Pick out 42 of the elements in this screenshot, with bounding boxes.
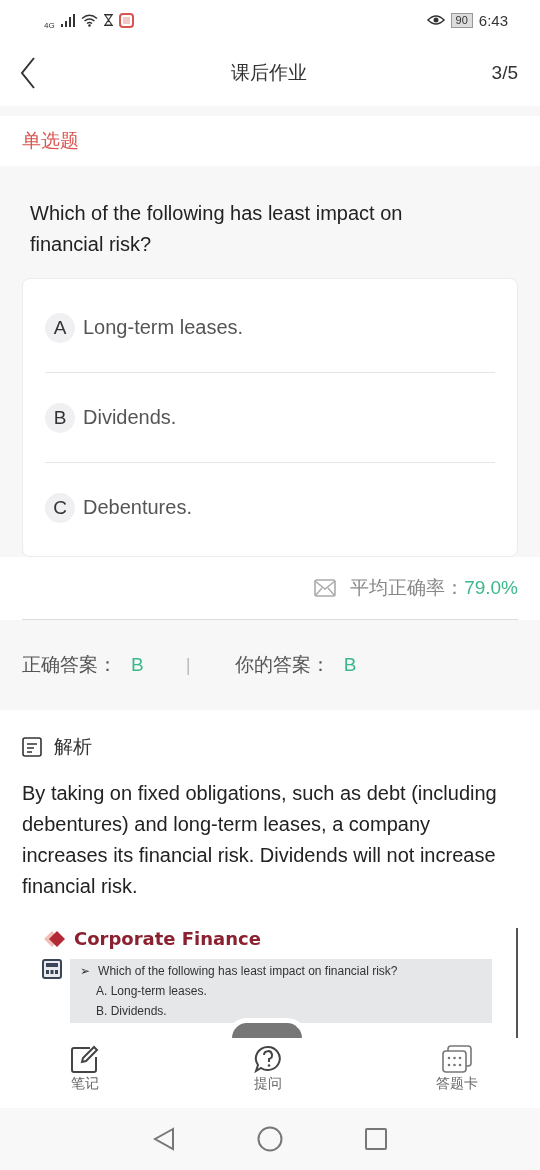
signal-icon bbox=[60, 13, 75, 27]
hourglass-icon bbox=[103, 14, 113, 26]
recents-icon[interactable] bbox=[365, 1128, 387, 1150]
your-answer-label: 你的答案： bbox=[234, 653, 330, 677]
analysis-title: 解析 bbox=[54, 735, 92, 759]
toolbar-button[interactable]: 提问 bbox=[253, 1045, 283, 1093]
separator: | bbox=[185, 654, 191, 676]
correct-answer-value: B bbox=[131, 654, 144, 676]
toolbar-button[interactable]: 答题卡 bbox=[436, 1045, 478, 1093]
bullet-arrow: ➢ bbox=[80, 963, 91, 980]
eye-icon bbox=[426, 14, 445, 26]
average-accuracy: 平均正确率：79.0% bbox=[350, 576, 518, 600]
option-text[interactable]: Long-term leases. bbox=[83, 316, 244, 339]
analysis-text: By taking on fixed obligations, such as debt (including debentures) and long-term leases, a company increases its financial risk. Dividends will not increase financial risk. bbox=[22, 781, 498, 899]
slide-question: Which of the following has least impact on financial risk? bbox=[98, 963, 398, 980]
document-icon bbox=[22, 737, 42, 757]
envelope-icon bbox=[314, 579, 337, 597]
wifi-icon bbox=[80, 13, 98, 27]
slide-option: A. Long-term leases. bbox=[80, 981, 482, 1001]
edit-icon bbox=[70, 1045, 100, 1073]
option-text[interactable]: Debentures. bbox=[83, 496, 192, 519]
option-letter: A bbox=[45, 312, 75, 343]
option-text[interactable]: Dividends. bbox=[83, 406, 177, 429]
option-letter: C bbox=[45, 492, 75, 523]
toolbar-button[interactable]: 笔记 bbox=[70, 1045, 100, 1093]
calculator-icon bbox=[42, 959, 62, 979]
your-answer-value: B bbox=[343, 654, 357, 676]
app-notification-icon bbox=[118, 12, 134, 28]
correct-answer-label: 正确答案： bbox=[22, 653, 117, 677]
option-letter: B bbox=[45, 402, 75, 433]
question-text: Which of the following has least impact on financial risk? bbox=[29, 201, 404, 257]
battery-indicator: 90 bbox=[450, 12, 473, 28]
grid-card-icon bbox=[442, 1045, 472, 1073]
home-icon[interactable] bbox=[257, 1126, 283, 1152]
diamond-logo-icon bbox=[42, 928, 68, 949]
network-type: 4G bbox=[44, 20, 55, 30]
slide-title: Corporate Finance bbox=[74, 928, 261, 949]
back-icon[interactable] bbox=[20, 57, 36, 89]
question-bubble-icon bbox=[253, 1045, 283, 1073]
page-title: 课后作业 bbox=[231, 62, 307, 83]
slide-option: B. Dividends. bbox=[80, 1001, 482, 1021]
clock-time: 6:43 bbox=[478, 11, 508, 29]
